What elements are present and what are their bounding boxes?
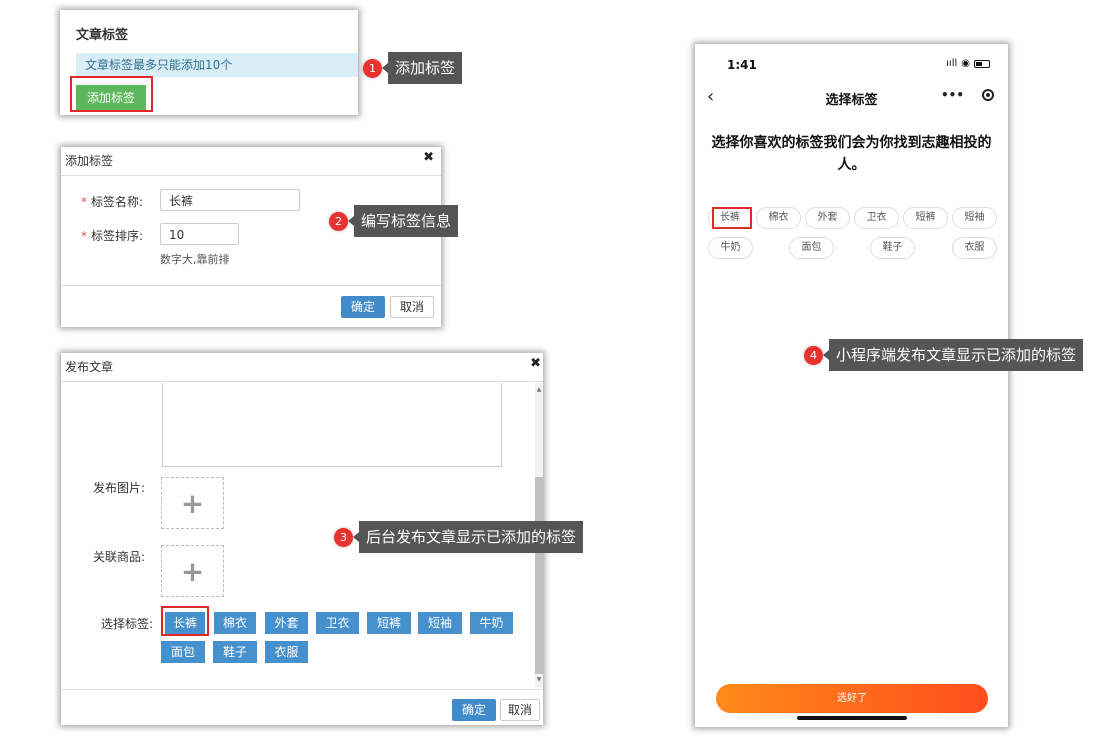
callout-number: 4	[804, 345, 823, 365]
battery-icon	[974, 59, 990, 68]
add-tag-dialog: 添加标签 ✖ * 标签名称: 长裤 * 标签排序: 10 数字大,靠前排 确定 取消	[61, 147, 441, 327]
wifi-icon: ◉	[961, 58, 970, 69]
dialog-title: 添加标签	[65, 154, 114, 168]
tags-label: 选择标签:	[101, 617, 154, 631]
highlight-add-tag	[70, 76, 153, 112]
cancel-button[interactable]: 取消	[500, 699, 540, 721]
confirm-selection-button[interactable]: 选好了	[716, 684, 988, 713]
home-indicator	[797, 716, 907, 720]
scrollbar-thumb[interactable]	[535, 477, 543, 674]
close-icon[interactable]: ✖	[530, 353, 541, 375]
dialog-header: 发布文章	[61, 353, 543, 382]
confirm-button[interactable]: 确定	[452, 699, 496, 721]
highlight-phone-tag	[712, 207, 752, 229]
tag-chip[interactable]: 鞋子	[870, 237, 915, 259]
tag-button[interactable]: 牛奶	[470, 612, 513, 634]
close-capsule-icon[interactable]	[982, 89, 994, 101]
tag-chip[interactable]: 棉衣	[756, 207, 801, 229]
callout-2: 2 编写标签信息	[329, 205, 459, 237]
content-textarea[interactable]	[162, 383, 502, 467]
tag-chip[interactable]: 牛奶	[708, 237, 753, 259]
tag-chip[interactable]: 面包	[789, 237, 834, 259]
cancel-button[interactable]: 取消	[390, 296, 434, 318]
dialog-header: 添加标签	[61, 147, 441, 176]
callout-1: 1 添加标签	[363, 52, 463, 84]
callout-label: 编写标签信息	[347, 205, 459, 237]
callout-label: 小程序端发布文章显示已添加的标签	[822, 339, 1084, 371]
divider	[61, 285, 441, 286]
info-alert: 文章标签最多只能添加10个	[76, 53, 358, 77]
required-mark: *	[81, 229, 87, 243]
tag-button[interactable]: 鞋子	[213, 641, 257, 663]
tag-button[interactable]: 卫衣	[316, 612, 359, 634]
tag-button[interactable]: 衣服	[265, 641, 308, 663]
signal-icon: ııll	[946, 58, 958, 69]
tag-button[interactable]: 面包	[161, 641, 205, 663]
tag-chip[interactable]: 短袖	[952, 207, 997, 229]
close-icon[interactable]: ✖	[423, 147, 434, 169]
image-upload[interactable]: +	[161, 477, 224, 529]
callout-number: 2	[329, 211, 348, 231]
status-time: 1:41	[727, 58, 757, 72]
dialog-title: 发布文章	[65, 360, 114, 374]
tag-chip[interactable]: 衣服	[952, 237, 997, 259]
tag-name-label: * 标签名称:	[81, 195, 144, 209]
scroll-down-icon[interactable]: ▼	[535, 675, 543, 685]
product-upload[interactable]: +	[161, 545, 224, 597]
required-mark: *	[81, 195, 87, 209]
divider	[61, 689, 543, 690]
tag-name-input[interactable]: 长裤	[160, 189, 300, 211]
image-label: 发布图片:	[93, 481, 146, 495]
tag-chip[interactable]: 外套	[805, 207, 850, 229]
tag-chip[interactable]: 短裤	[903, 207, 948, 229]
confirm-button[interactable]: 确定	[341, 296, 385, 318]
plus-icon: +	[180, 554, 205, 588]
tag-order-label: * 标签排序:	[81, 229, 144, 243]
tag-order-hint: 数字大,靠前排	[160, 253, 230, 266]
plus-icon: +	[180, 486, 205, 520]
page-heading: 选择你喜欢的标签我们会为你找到志趣相投的人。	[711, 135, 992, 173]
tag-button[interactable]: 短袖	[418, 612, 462, 634]
tag-button[interactable]: 外套	[265, 612, 308, 634]
callout-number: 3	[334, 527, 353, 547]
tag-button[interactable]: 棉衣	[214, 612, 256, 634]
callout-3: 3 后台发布文章显示已添加的标签	[334, 521, 584, 553]
tag-order-input[interactable]: 10	[160, 223, 239, 245]
product-label: 关联商品:	[93, 550, 146, 564]
scroll-up-icon[interactable]: ▲	[535, 385, 543, 395]
tag-chip[interactable]: 卫衣	[854, 207, 899, 229]
more-icon[interactable]: •••	[941, 88, 964, 102]
status-bar: ııll ◉	[946, 58, 990, 69]
callout-label: 后台发布文章显示已添加的标签	[352, 521, 584, 553]
callout-4: 4 小程序端发布文章显示已添加的标签	[804, 339, 1084, 371]
tag-button[interactable]: 短裤	[367, 612, 411, 634]
highlight-selected-tag	[161, 606, 209, 636]
callout-label: 添加标签	[381, 52, 463, 84]
callout-number: 1	[363, 58, 382, 78]
mini-program-screen: 1:41 ııll ◉ ‹ 选择标签 ••• 选择你喜欢的标签我们会为你找到志趣…	[695, 44, 1008, 727]
panel-title: 文章标签	[76, 28, 129, 43]
